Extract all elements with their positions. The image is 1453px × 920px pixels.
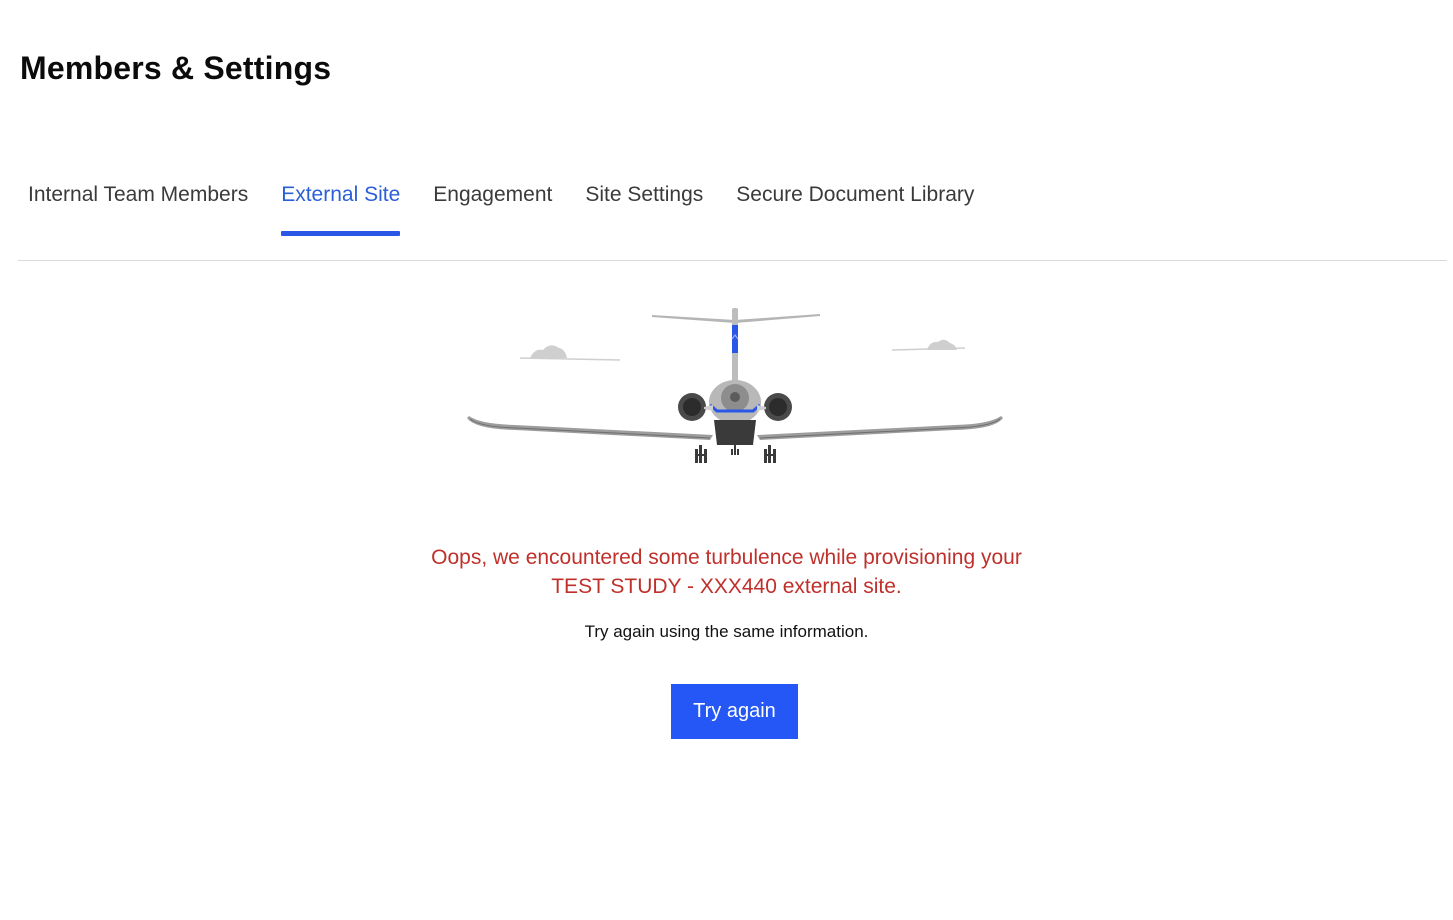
- tab-engagement[interactable]: Engagement: [433, 176, 552, 236]
- cloud-icon: [891, 339, 966, 351]
- tab-site-settings[interactable]: Site Settings: [585, 176, 703, 236]
- airplane-illustration: [467, 308, 1003, 463]
- members-settings-page: Members & Settings Internal Team Members…: [0, 0, 1453, 920]
- tab-label: Internal Team Members: [28, 183, 249, 206]
- page-title: Members & Settings: [20, 50, 332, 86]
- cloud-icon: [519, 345, 621, 361]
- tab-label: External Site: [281, 183, 401, 206]
- retry-hint: Try again using the same information.: [584, 622, 869, 641]
- error-message-line-2: TEST STUDY - XXX440 external site.: [551, 575, 902, 598]
- try-again-button[interactable]: Try again: [671, 684, 798, 739]
- tab-secure-document-library[interactable]: Secure Document Library: [736, 176, 974, 236]
- tab-label: Secure Document Library: [736, 183, 975, 206]
- active-tab-indicator: [281, 231, 401, 236]
- error-message-line-1: Oops, we encountered some turbulence whi…: [431, 546, 1022, 569]
- tab-list: Internal Team Members External Site Enga…: [28, 176, 974, 236]
- tab-label: Site Settings: [585, 183, 704, 206]
- tab-label: Engagement: [433, 183, 553, 206]
- tab-external-site[interactable]: External Site: [281, 176, 401, 236]
- tab-internal-team-members[interactable]: Internal Team Members: [28, 176, 248, 236]
- tab-bar: Internal Team Members External Site Enga…: [18, 176, 1447, 261]
- error-message: Oops, we encountered some turbulence whi…: [0, 543, 1453, 601]
